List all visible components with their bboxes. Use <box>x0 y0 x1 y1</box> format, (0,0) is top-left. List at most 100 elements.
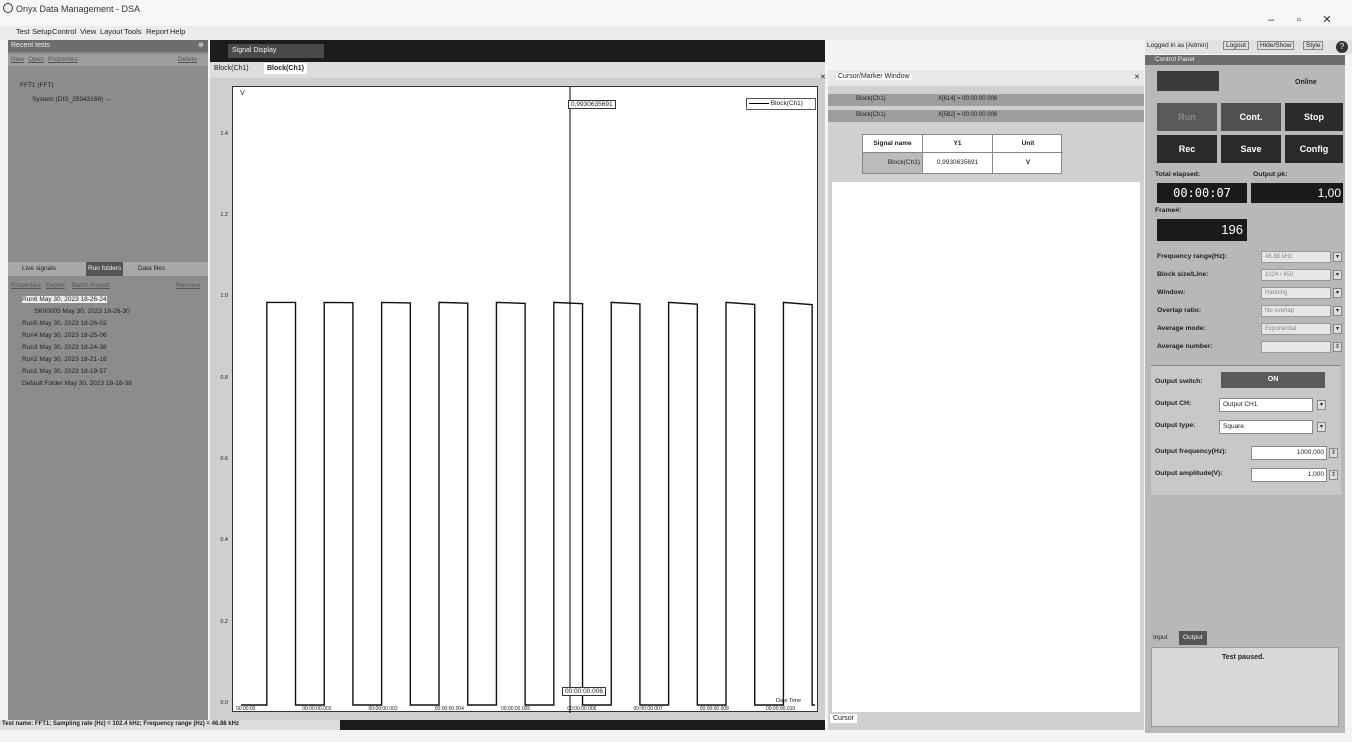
param-value[interactable]: Hanning <box>1261 287 1331 299</box>
output-ch-select[interactable]: Output CH1 <box>1219 398 1313 412</box>
menu-layout[interactable]: Layout <box>100 27 123 36</box>
minimize-button[interactable]: – <box>1262 14 1280 26</box>
param-value[interactable]: 1024 / 450 <box>1261 269 1331 281</box>
run-item[interactable]: Run6 May 30, 2023 18-26-24 <box>22 296 107 303</box>
output-type-select[interactable]: Square <box>1219 420 1313 434</box>
menu-test[interactable]: Test <box>16 27 30 36</box>
output-tab[interactable]: Output <box>1179 631 1207 645</box>
param-label: Block size/Line: <box>1157 271 1209 278</box>
stop-button[interactable]: Stop <box>1285 103 1343 131</box>
cursor-window-pin-icon[interactable]: ✕ <box>1134 73 1140 81</box>
delete-link[interactable]: Delete <box>178 56 197 63</box>
dropdown-arrow-icon[interactable]: ▾ <box>1333 270 1342 280</box>
run-folders-tab[interactable]: Run folders <box>86 262 124 276</box>
block-tab-2[interactable]: Block(Ch1) <box>264 63 307 74</box>
y-tick-label: 1.4 <box>220 130 228 137</box>
dropdown-arrow-icon[interactable]: ▾ <box>1333 324 1342 334</box>
live-signals-tab[interactable]: Live signals <box>22 265 56 272</box>
param-value[interactable]: 46.88 kHz <box>1261 251 1331 263</box>
x-tick-label: 00:00:00.002 <box>302 706 332 712</box>
spin-arrow-icon[interactable]: ⇕ <box>1329 448 1338 458</box>
output-freq-label: Output frequency(Hz): <box>1155 448 1227 455</box>
io-tabs: Input Output <box>1151 631 1341 645</box>
param-value[interactable] <box>1261 341 1331 353</box>
output-switch-toggle[interactable]: ON <box>1221 372 1325 388</box>
signal-plot <box>241 87 815 713</box>
cursor-row[interactable]: Block(Ch1) X[582] = 00:00:00.006 <box>828 110 1144 122</box>
tree-item-system[interactable]: System (DIS_25943168) → <box>32 96 111 103</box>
menu-help[interactable]: Help <box>170 27 185 36</box>
menu-setup[interactable]: Setup <box>32 27 52 36</box>
cursor-row-name: Block(Ch1) <box>856 112 886 118</box>
left-panel: Recent tests ⊕ New Open Properties Delet… <box>8 40 208 730</box>
run-properties-link[interactable]: Properties <box>11 282 41 289</box>
run-item[interactable]: SK00005 May 30, 2023 18-26-30 <box>34 308 130 315</box>
help-icon[interactable]: ? <box>1336 41 1348 53</box>
output-switch-label: Output switch: <box>1155 378 1203 385</box>
menu-tools[interactable]: Tools <box>124 27 142 36</box>
open-link[interactable]: Open <box>28 56 44 63</box>
dropdown-arrow-icon[interactable]: ▾ <box>1333 252 1342 262</box>
logout-button[interactable]: Logout <box>1223 41 1249 50</box>
cursor-row-name: Block(Ch1) <box>856 96 886 102</box>
cont-button[interactable]: Cont. <box>1221 103 1281 131</box>
save-button[interactable]: Save <box>1221 135 1281 163</box>
dropdown-arrow-icon[interactable]: ▾ <box>1317 400 1326 410</box>
param-value[interactable]: No overlap <box>1261 305 1331 317</box>
cursor-bottom-tab[interactable]: Cursor <box>830 714 858 723</box>
run-item[interactable]: Run2 May 30, 2023 18-21-18 <box>22 356 107 363</box>
legend-line-icon <box>749 102 769 104</box>
menu-control[interactable]: Control <box>52 27 76 36</box>
dropdown-arrow-icon[interactable]: ▾ <box>1333 306 1342 316</box>
spin-arrow-icon[interactable]: ⇕ <box>1329 470 1338 480</box>
run-item[interactable]: Run5 May 30, 2023 18-26-02 <box>22 320 107 327</box>
signal-display-tab[interactable]: Signal Display <box>228 44 324 58</box>
output-section: Output switch: ON Output CH: Output CH1 … <box>1151 365 1341 495</box>
run-item[interactable]: Run3 May 30, 2023 18-24-38 <box>22 344 107 351</box>
app-title: Onyx Data Management - DSA <box>16 4 141 14</box>
run-item[interactable]: Run4 May 30, 2023 18-25-06 <box>22 332 107 339</box>
cursor-window-title: Cursor/Marker Window <box>836 73 912 80</box>
output-type-label: Output type: <box>1155 422 1196 429</box>
maximize-button[interactable]: ▫ <box>1290 14 1308 26</box>
pin-icon[interactable]: ⊕ <box>198 41 204 49</box>
plot-area[interactable]: V Block(Ch1) 0,9930635691 00:00:00.006 D… <box>210 78 825 720</box>
block-tab-1[interactable]: Block(Ch1) <box>214 65 249 72</box>
style-button[interactable]: Style <box>1303 41 1324 50</box>
dropdown-arrow-icon[interactable]: ▾ <box>1333 288 1342 298</box>
x-tick-label: 00:00:00.007 <box>633 706 663 712</box>
plot-frame <box>232 86 818 713</box>
tree-item-fft1[interactable]: FFT1 (FFT) <box>20 82 54 89</box>
hideshow-button[interactable]: Hide/Show <box>1257 41 1295 50</box>
run-item[interactable]: Default Folder May 30, 2023 18-18-38 <box>22 380 132 387</box>
spin-arrow-icon[interactable]: ⇕ <box>1333 342 1342 352</box>
close-button[interactable]: ✕ <box>1318 14 1336 26</box>
config-button[interactable]: Config <box>1285 135 1343 163</box>
run-button[interactable]: Run <box>1157 103 1217 131</box>
param-label: Frequency range(Hz): <box>1157 253 1227 260</box>
export-link[interactable]: Export <box>46 282 65 289</box>
param-label: Average number: <box>1157 343 1213 350</box>
param-value[interactable]: Exponential <box>1261 323 1331 335</box>
menu-report[interactable]: Report <box>146 27 169 36</box>
cursor-row-value: X[614] = 00:00:00.006 <box>938 96 998 102</box>
cursor-row[interactable]: Block(Ch1) X[614] = 00:00:00.006 <box>828 94 1144 106</box>
rec-button[interactable]: Rec <box>1157 135 1217 163</box>
plot-tab-strip: Block(Ch1) Block(Ch1) <box>210 62 825 78</box>
properties-link[interactable]: Properties <box>48 56 78 63</box>
control-panel: Control Panel Online Run Cont. Stop Rec … <box>1145 55 1345 733</box>
output-freq-input[interactable]: 1000,000 <box>1251 446 1327 460</box>
control-panel-header: Control Panel <box>1145 55 1345 65</box>
input-tab[interactable]: Input <box>1153 634 1167 641</box>
dropdown-arrow-icon[interactable]: ▾ <box>1317 422 1326 432</box>
run-item[interactable]: Run1 May 30, 2023 18-19-57 <box>22 368 107 375</box>
data-files-tab[interactable]: Data files <box>138 265 165 272</box>
menu-view[interactable]: View <box>80 27 96 36</box>
new-link[interactable]: New <box>11 56 24 63</box>
remove-link[interactable]: Remove <box>176 282 200 289</box>
cursor-window-close-icon[interactable]: ✕ <box>820 73 826 81</box>
x-tick-label: 00:00:00.006 <box>567 706 597 712</box>
device-indicator <box>1157 71 1219 91</box>
output-amp-input[interactable]: 1,000 <box>1251 468 1327 482</box>
batch-report-link[interactable]: Batch Report <box>72 282 110 289</box>
